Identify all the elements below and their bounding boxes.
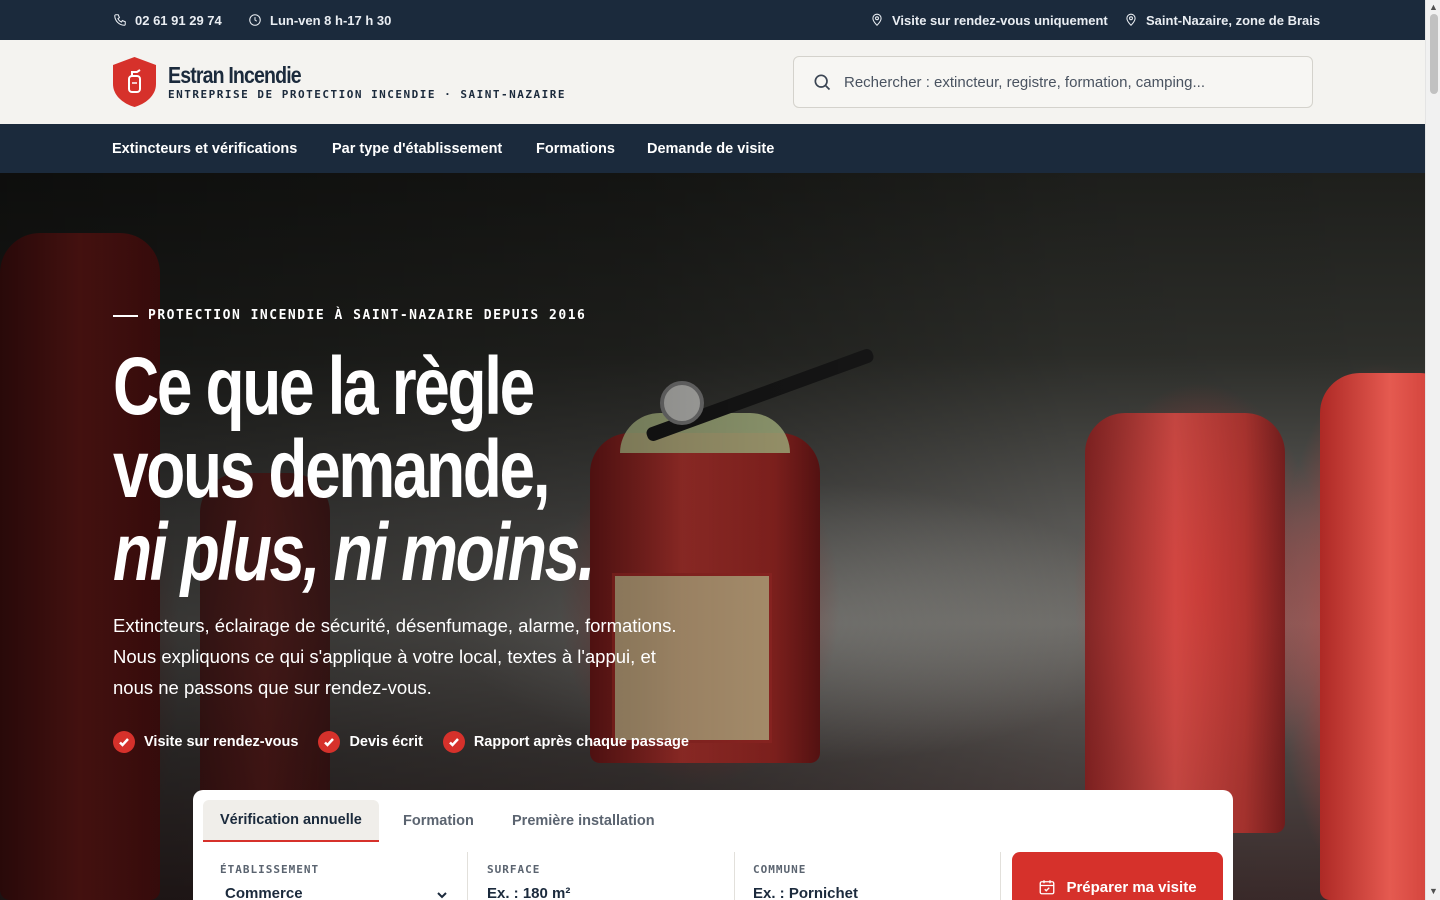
location-text: Saint-Nazaire, zone de Brais [1146,12,1321,28]
field-divider [1000,852,1001,900]
phone-contact[interactable]: 02 61 91 29 74 [113,0,222,40]
map-pin-icon [872,13,882,26]
nav-item-visit-request[interactable]: Demande de visite [647,124,774,173]
hero-eyebrow: PROTECTION INCENDIE À SAINT-NAZAIRE DEPU… [113,308,586,323]
tab-first-install[interactable]: Première installation [512,800,655,842]
eyebrow-dash [113,314,138,317]
brand-tagline: ENTREPRISE DE PROTECTION INCENDIE · SAIN… [168,88,567,101]
shield-extinguisher-icon[interactable] [112,56,157,108]
nav-item-establishment-type[interactable]: Par type d'établissement [332,124,502,173]
eyebrow-text: PROTECTION INCENDIE À SAINT-NAZAIRE DEPU… [148,308,587,323]
check-label: Visite sur rendez-vous [144,734,299,750]
phone-number: 02 61 91 29 74 [135,12,222,28]
search-box[interactable] [793,56,1313,108]
nav-item-extinguishers[interactable]: Extincteurs et vérifications [112,124,297,173]
check-label: Rapport après chaque passage [473,734,689,750]
hero-section: PROTECTION INCENDIE À SAINT-NAZAIRE DEPU… [0,173,1425,900]
check-label: Devis écrit [349,734,423,750]
field-divider [734,852,735,900]
clock-icon [249,14,261,26]
surface-field[interactable]: SURFACE Ex. : 180 m² [487,852,717,900]
scroll-down-arrow-icon[interactable]: ▼ [1429,886,1438,896]
scroll-up-arrow-icon[interactable]: ▲ [1429,2,1438,12]
establishment-label: ÉTABLISSEMENT [220,863,320,876]
site-header: Estran Incendie ENTREPRISE DE PROTECTION… [0,40,1425,124]
prepare-visit-button[interactable]: Préparer ma visite [1012,852,1223,900]
visit-note: Visite sur rendez-vous uniquement [870,0,1108,40]
prepare-visit-label: Préparer ma visite [1066,878,1197,896]
commune-input[interactable]: Ex. : Pornichet [753,885,858,900]
opening-hours: Lun-ven 8 h-17 h 30 [248,0,391,40]
surface-label: SURFACE [487,863,541,876]
map-pin-icon [1126,13,1136,26]
search-input[interactable] [844,73,1284,91]
check-icon [318,731,341,753]
headline-line-1: Ce que la règle [113,341,535,432]
visit-note-text: Visite sur rendez-vous uniquement [892,12,1108,28]
check-item: Rapport après chaque passage [442,731,689,753]
phone-icon [114,14,126,26]
check-icon [442,731,465,753]
hero-headline: Ce que la règle vous demande, ni plus, n… [113,341,596,598]
hero-checklist: Visite sur rendez-vous Devis écrit Rappo… [113,731,689,753]
nav-item-trainings[interactable]: Formations [536,124,615,173]
chevron-down-icon [437,892,447,899]
headline-line-2: vous demande, [113,424,551,515]
check-item: Visite sur rendez-vous [113,731,298,753]
hours-text: Lun-ven 8 h-17 h 30 [270,12,392,28]
calendar-icon [1040,880,1055,895]
brand-name[interactable]: Estran Incendie [168,62,302,89]
check-icon [113,731,135,753]
surface-input[interactable]: Ex. : 180 m² [487,885,570,900]
check-item: Devis écrit [318,731,423,753]
booking-card: Vérification annuelle Formation Première… [193,790,1233,900]
tab-training[interactable]: Formation [403,800,474,842]
main-navigation: Extincteurs et vérifications Par type d'… [0,124,1425,173]
tab-annual-check[interactable]: Vérification annuelle [203,800,379,842]
commune-field[interactable]: COMMUNE Ex. : Pornichet [753,852,983,900]
location: Saint-Nazaire, zone de Brais [1124,0,1320,40]
hero-lead: Extincteurs, éclairage de sécurité, dése… [113,615,677,698]
scrollbar-thumb[interactable] [1430,14,1438,94]
establishment-value: Commerce [225,885,303,900]
top-info-bar: 02 61 91 29 74 Lun-ven 8 h-17 h 30 Visit… [0,0,1425,40]
establishment-select[interactable]: ÉTABLISSEMENT Commerce [220,852,450,900]
commune-label: COMMUNE [753,863,807,876]
field-divider [467,852,468,900]
search-icon [814,74,831,91]
page-scrollbar[interactable]: ▲ ▼ [1425,0,1440,900]
headline-line-3: ni plus, ni moins. [113,507,596,598]
